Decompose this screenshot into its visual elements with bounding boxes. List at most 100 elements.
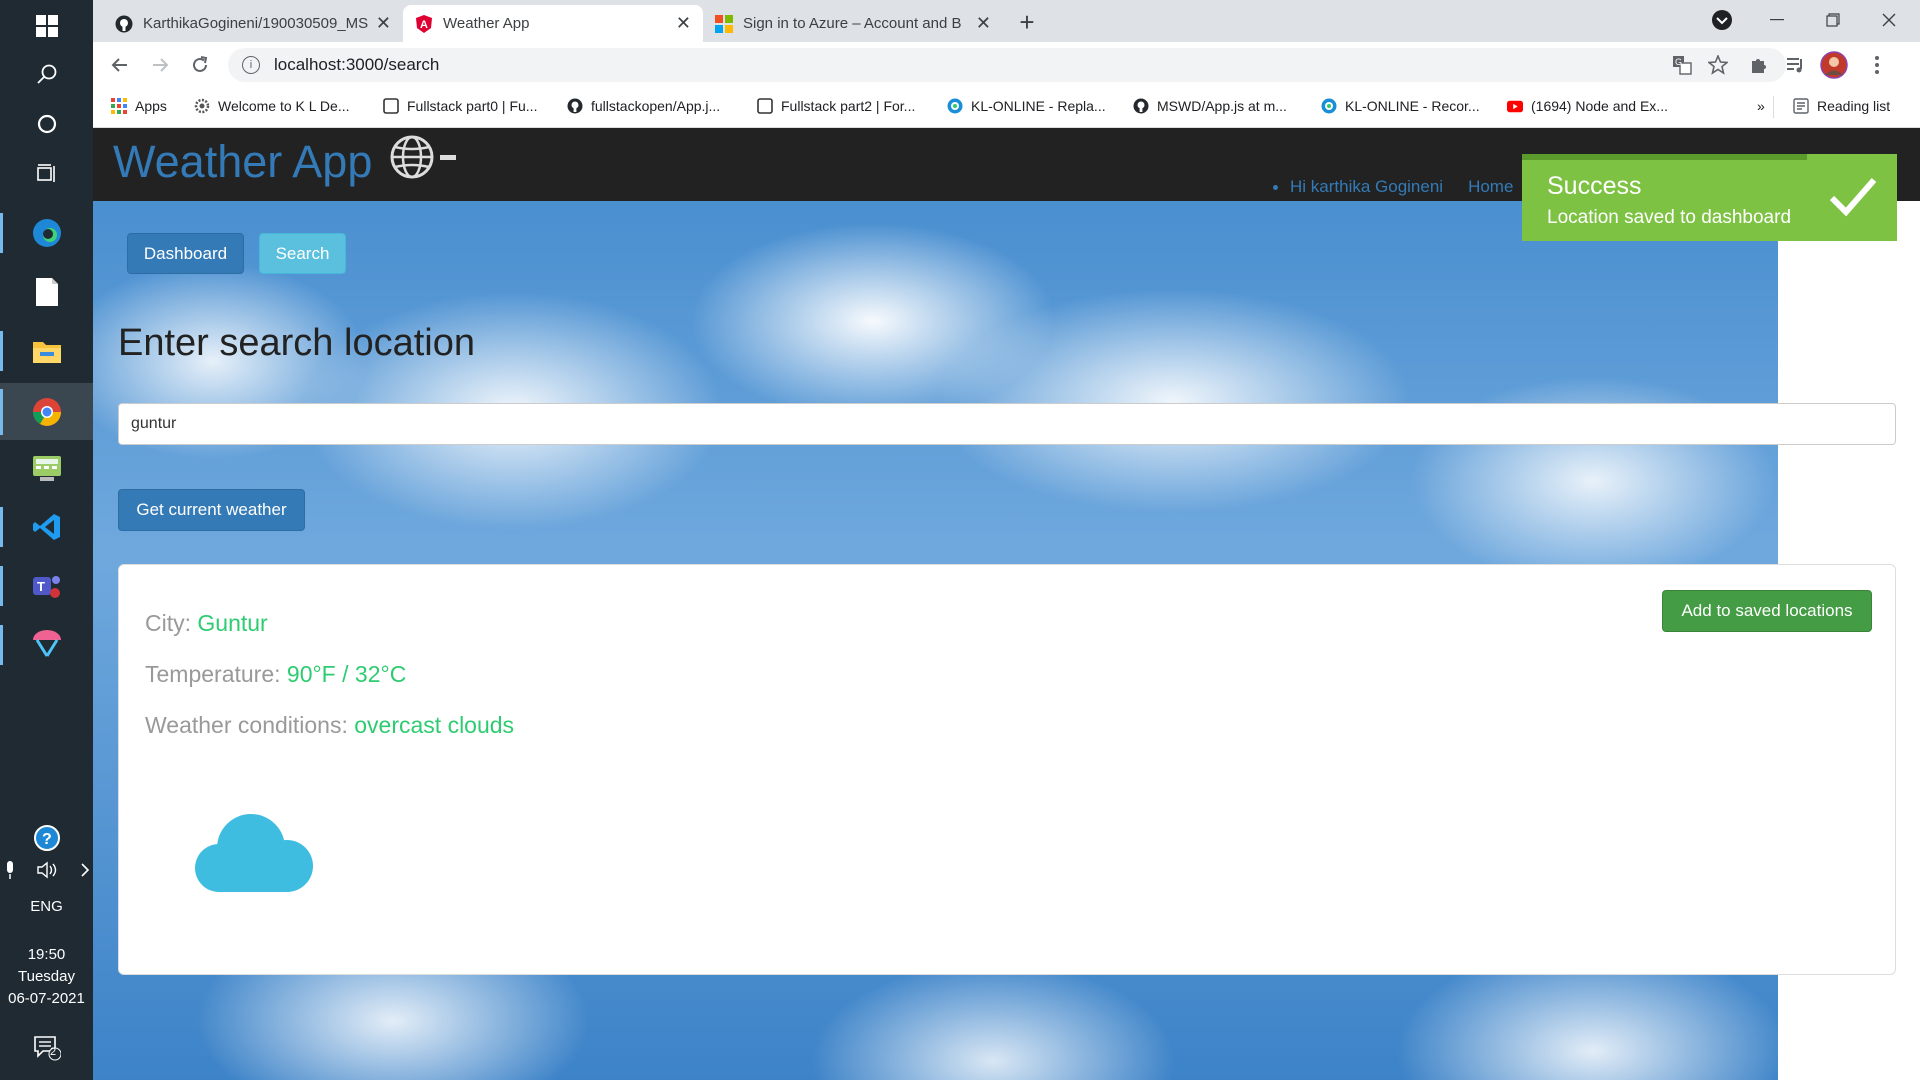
edge-browser-icon[interactable] (0, 207, 93, 259)
bookmark-label: Apps (135, 98, 167, 114)
temperature-label: Temperature: (145, 661, 281, 687)
tab-title: Weather App (443, 15, 530, 32)
get-current-weather-button[interactable]: Get current weather (118, 489, 305, 531)
bookmark-label: Fullstack part0 | Fu... (407, 98, 538, 114)
clock-date[interactable]: 06-07-2021 (0, 990, 93, 1007)
clock-time[interactable]: 19:50 (0, 946, 93, 963)
bookmark-fullstackopen[interactable]: fullstackopen/App.j... (567, 98, 720, 114)
new-tab-button[interactable]: + (1011, 6, 1043, 38)
bookmarks-divider (1773, 96, 1774, 118)
notification-center-icon[interactable]: 2 (0, 1022, 93, 1074)
nav-home-link[interactable]: Home (1468, 177, 1513, 197)
reload-icon[interactable] (185, 50, 215, 80)
weather-result-panel: City: Guntur Temperature: 90°F / 32°C We… (118, 564, 1896, 975)
success-toast[interactable]: Success Location saved to dashboard (1522, 154, 1897, 241)
cortana-icon[interactable] (0, 98, 93, 150)
clock-day[interactable]: Tuesday (0, 968, 93, 985)
dashboard-button[interactable]: Dashboard (127, 233, 244, 274)
bookmark-fullstack-part0[interactable]: Fullstack part0 | Fu... (383, 98, 537, 114)
bookmark-label: KL-ONLINE - Recor... (1345, 98, 1480, 114)
apps-grid-icon (111, 98, 127, 114)
user-greeting-link[interactable]: Hi karthika Gogineni (1290, 177, 1443, 197)
reading-list-button[interactable]: Reading list (1793, 98, 1890, 114)
youtube-icon (1507, 98, 1523, 114)
nav-links: Hi karthika Gogineni Home (1273, 177, 1513, 197)
tab-search-icon[interactable] (1694, 4, 1750, 36)
url-text[interactable]: localhost:3000/search (274, 55, 439, 75)
search-icon[interactable] (0, 48, 93, 100)
bookmark-youtube-node[interactable]: (1694) Node and Ex... (1507, 98, 1668, 114)
minimize-icon[interactable] (1749, 4, 1805, 36)
translate-icon[interactable]: G (1668, 51, 1696, 79)
language-indicator[interactable]: ENG (0, 898, 93, 915)
calculator-app-icon[interactable] (0, 443, 93, 495)
menu-kebab-icon[interactable] (1863, 51, 1891, 79)
microsoft-icon (715, 14, 733, 33)
system-tray (4, 860, 90, 884)
close-window-icon[interactable] (1861, 4, 1917, 36)
bookmark-mswd-app[interactable]: MSWD/App.js at m... (1133, 98, 1287, 114)
bookmark-label: MSWD/App.js at m... (1157, 98, 1287, 114)
speaker-icon[interactable] (37, 861, 59, 884)
reading-list-label: Reading list (1817, 98, 1891, 114)
microphone-icon[interactable] (4, 860, 16, 885)
extensions-icon[interactable] (1745, 51, 1773, 79)
media-control-icon[interactable] (1782, 51, 1810, 79)
close-icon[interactable]: ✕ (676, 13, 691, 34)
star-icon[interactable] (1704, 51, 1732, 79)
tab-azure[interactable]: Sign in to Azure – Account and B ✕ (703, 5, 1003, 42)
search-input[interactable] (118, 403, 1896, 445)
checkmark-icon (1828, 174, 1878, 223)
back-icon[interactable] (105, 50, 135, 80)
chrome-icon[interactable] (0, 383, 93, 440)
bookmarks-bar: Apps Welcome to K L De... Fullstack part… (93, 88, 1920, 128)
kl-online-icon (947, 98, 963, 114)
bookmark-label: fullstackopen/App.j... (591, 98, 721, 114)
browser-toolbar: i localhost:3000/search G (93, 42, 1920, 88)
tab-weather-app[interactable]: A Weather App ✕ (403, 5, 703, 42)
conditions-line: Weather conditions: overcast clouds (145, 712, 514, 739)
site-info-icon[interactable]: i (242, 56, 260, 74)
bookmark-label: Welcome to K L De... (218, 98, 350, 114)
bookmark-kl-welcome[interactable]: Welcome to K L De... (194, 98, 350, 114)
svg-text:T: T (37, 579, 45, 594)
close-icon[interactable]: ✕ (376, 13, 391, 34)
bookmark-kl-online-replay[interactable]: KL-ONLINE - Repla... (947, 98, 1106, 114)
restore-icon[interactable] (1805, 4, 1861, 36)
svg-text:A: A (420, 19, 428, 31)
address-bar[interactable]: i localhost:3000/search (228, 48, 1786, 82)
forward-icon[interactable] (145, 50, 175, 80)
notepad-icon[interactable] (0, 266, 93, 318)
app-brand[interactable]: Weather App (113, 136, 372, 188)
windows-start-icon[interactable] (0, 0, 93, 52)
toast-title: Success (1547, 172, 1642, 200)
chevron-right-icon[interactable] (80, 862, 90, 883)
search-button[interactable]: Search (259, 233, 346, 274)
cloud-icon (189, 810, 319, 900)
conditions-label: Weather conditions: (145, 712, 348, 738)
snip-tool-icon[interactable] (0, 619, 93, 671)
help-icon[interactable]: ? (0, 812, 93, 864)
conditions-value: overcast clouds (354, 712, 515, 738)
bookmark-apps[interactable]: Apps (111, 98, 167, 114)
bookmark-kl-online-record[interactable]: KL-ONLINE - Recor... (1321, 98, 1480, 114)
close-icon[interactable]: ✕ (976, 13, 991, 34)
bookmark-label: (1694) Node and Ex... (1531, 98, 1668, 114)
tab-github[interactable]: KarthikaGogineni/190030509_MS ✕ (103, 5, 403, 42)
toast-message: Location saved to dashboard (1547, 207, 1792, 228)
file-explorer-icon[interactable] (0, 325, 93, 377)
task-view-icon[interactable] (0, 148, 93, 200)
bookmark-fullstack-part2[interactable]: Fullstack part2 | For... (757, 98, 915, 114)
vscode-icon[interactable] (0, 501, 93, 553)
add-to-saved-locations-button[interactable]: Add to saved locations (1662, 590, 1872, 632)
city-label: City: (145, 610, 191, 636)
profile-avatar[interactable] (1820, 51, 1848, 79)
teams-icon[interactable]: T (0, 560, 93, 612)
more-bookmarks-button[interactable]: » (1757, 98, 1765, 114)
globe-icon (390, 131, 462, 188)
city-line: City: Guntur (145, 610, 268, 637)
angular-icon: A (415, 14, 433, 33)
temperature-line: Temperature: 90°F / 32°C (145, 661, 406, 688)
svg-text:?: ? (42, 831, 52, 848)
page-title: Enter search location (118, 322, 475, 364)
